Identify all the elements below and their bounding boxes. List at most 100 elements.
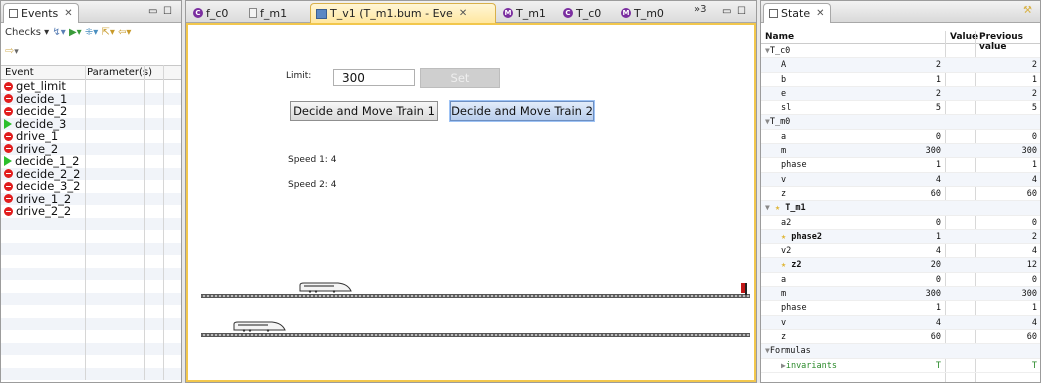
disabled-event-icon	[4, 94, 13, 104]
state-row[interactable]: z 60 60	[761, 330, 1040, 345]
back-icon[interactable]: ⇦▾	[118, 27, 131, 38]
state-name-text: T_m1	[785, 203, 806, 214]
event-row[interactable]: get_limit	[1, 79, 181, 93]
empty-row	[1, 230, 181, 243]
state-row[interactable]: sl 5 5	[761, 101, 1040, 116]
forward-icon[interactable]: ⇨	[5, 44, 14, 57]
context-icon: C	[193, 8, 203, 18]
state-group-row[interactable]: ▼Formulas	[761, 344, 1040, 359]
tab-t-v1[interactable]: T_v1 (T_m1.bum - Eve ✕	[310, 3, 496, 23]
view-icon	[9, 9, 18, 18]
close-icon[interactable]: ✕	[64, 8, 72, 19]
disabled-event-icon	[4, 144, 13, 154]
state-name-text: A	[781, 60, 787, 71]
state-name: ▼T_c0	[765, 46, 790, 56]
state-row[interactable]: a2 0 0	[761, 216, 1040, 230]
tab-events[interactable]: Events ✕	[3, 3, 79, 23]
decide-move-train-1-button[interactable]: Decide and Move Train 1	[290, 101, 438, 121]
state-tabbar: State ✕ ⚒	[761, 1, 1040, 23]
empty-row	[1, 217, 181, 230]
event-row[interactable]: decide_1	[1, 92, 181, 106]
close-icon[interactable]: ✕	[459, 8, 467, 19]
run-icon[interactable]: ▶▾	[69, 27, 82, 38]
state-row[interactable]: a 0 0	[761, 273, 1040, 288]
state-row[interactable]: A 2 2	[761, 58, 1040, 73]
state-name: z	[781, 332, 786, 342]
tab-t-m0[interactable]: M T_m0	[616, 3, 669, 23]
event-row[interactable]: drive_1_2	[1, 192, 181, 206]
maximize-icon[interactable]: ☐	[163, 6, 172, 17]
view-icon	[769, 9, 778, 18]
state-row[interactable]: ▶invariants T T	[761, 359, 1040, 373]
speed-1-label: Speed 1: 4	[288, 155, 337, 165]
state-row[interactable]: b 1 1	[761, 73, 1040, 87]
empty-row	[1, 342, 181, 355]
event-row[interactable]: decide_3_2	[1, 179, 181, 193]
state-previous-value: T	[1031, 360, 1037, 371]
state-row[interactable]: phase 1 1	[761, 158, 1040, 173]
state-value: 0	[935, 217, 941, 228]
state-row[interactable]: m 300 300	[761, 144, 1040, 159]
state-value: 1	[935, 74, 941, 85]
event-row[interactable]: decide_1_2	[1, 154, 181, 168]
state-row[interactable]: v2 4 4	[761, 244, 1040, 259]
tab-overflow-button[interactable]: »3	[694, 4, 706, 15]
state-group-row[interactable]: ▼T_c0	[761, 44, 1040, 59]
step-icon[interactable]: ↯▾	[52, 27, 65, 38]
column-parameters[interactable]: Parameter(s)	[87, 67, 152, 78]
state-name: m	[781, 146, 786, 156]
event-row[interactable]: decide_2	[1, 104, 181, 118]
state-row[interactable]: z 60 60	[761, 187, 1040, 202]
state-previous-value: 300	[1021, 146, 1037, 157]
state-group-row[interactable]: ▼ ★ T_m1	[761, 201, 1040, 216]
state-row[interactable]: a 0 0	[761, 130, 1040, 145]
events-tabbar: Events ✕ ▭ ☐	[1, 1, 181, 23]
state-row[interactable]: v 4 4	[761, 172, 1040, 187]
machine-icon: M	[621, 8, 631, 18]
state-row[interactable]: e 2 2	[761, 86, 1040, 102]
state-row[interactable]: phase 1 1	[761, 301, 1040, 316]
tab-t-m1[interactable]: M T_m1	[498, 3, 551, 23]
tab-state[interactable]: State ✕	[763, 3, 831, 23]
wrench-icon[interactable]: ⚒	[1023, 5, 1032, 16]
decide-move-train-2-button[interactable]: Decide and Move Train 2	[450, 101, 594, 121]
close-icon[interactable]: ✕	[816, 8, 824, 19]
state-row[interactable]: ★ z2 20 12	[761, 258, 1040, 273]
maximize-icon[interactable]: ☐	[737, 6, 746, 17]
event-row[interactable]: drive_2_2	[1, 204, 181, 218]
minimize-icon[interactable]: ▭	[148, 6, 157, 17]
column-divider	[144, 65, 145, 380]
minimize-icon[interactable]: ▭	[722, 6, 731, 17]
state-name-text: phase2	[791, 231, 822, 242]
limit-input[interactable]: 300	[333, 69, 415, 86]
state-group-row[interactable]: ▼T_m0	[761, 115, 1040, 130]
state-name: v	[781, 175, 786, 185]
state-row[interactable]: m 300 300	[761, 287, 1040, 302]
tab-f-c0[interactable]: C f_c0	[188, 3, 233, 23]
disabled-event-icon	[4, 106, 13, 116]
tab-t-c0[interactable]: C T_c0	[558, 3, 606, 23]
state-name: phase	[781, 303, 807, 313]
disabled-event-icon	[4, 206, 13, 216]
file-icon	[249, 8, 257, 18]
state-name: v2	[781, 246, 791, 256]
random-icon[interactable]: ⁜▾	[85, 27, 98, 38]
event-row[interactable]: decide_2_2	[1, 167, 181, 181]
column-event[interactable]: Event	[5, 67, 34, 78]
state-name: a	[781, 275, 786, 285]
event-row[interactable]: drive_2	[1, 142, 181, 156]
state-row[interactable]: ★ phase2 1 2	[761, 229, 1040, 245]
state-name: m	[781, 289, 786, 299]
event-row[interactable]: decide_3	[1, 117, 181, 131]
jump-icon[interactable]: ⇱▾	[101, 27, 114, 38]
state-value: 5	[935, 103, 941, 114]
state-name: ▶invariants	[781, 361, 837, 371]
set-button[interactable]: Set	[420, 68, 500, 88]
checks-dropdown[interactable]: Checks ▾	[5, 27, 49, 38]
state-row[interactable]: v 4 4	[761, 315, 1040, 330]
column-value[interactable]: Value	[950, 32, 978, 42]
event-row[interactable]: drive_1	[1, 129, 181, 143]
tab-label: f_c0	[206, 6, 229, 20]
tab-f-m1[interactable]: f_m1	[244, 3, 292, 23]
column-name[interactable]: Name	[765, 32, 794, 42]
